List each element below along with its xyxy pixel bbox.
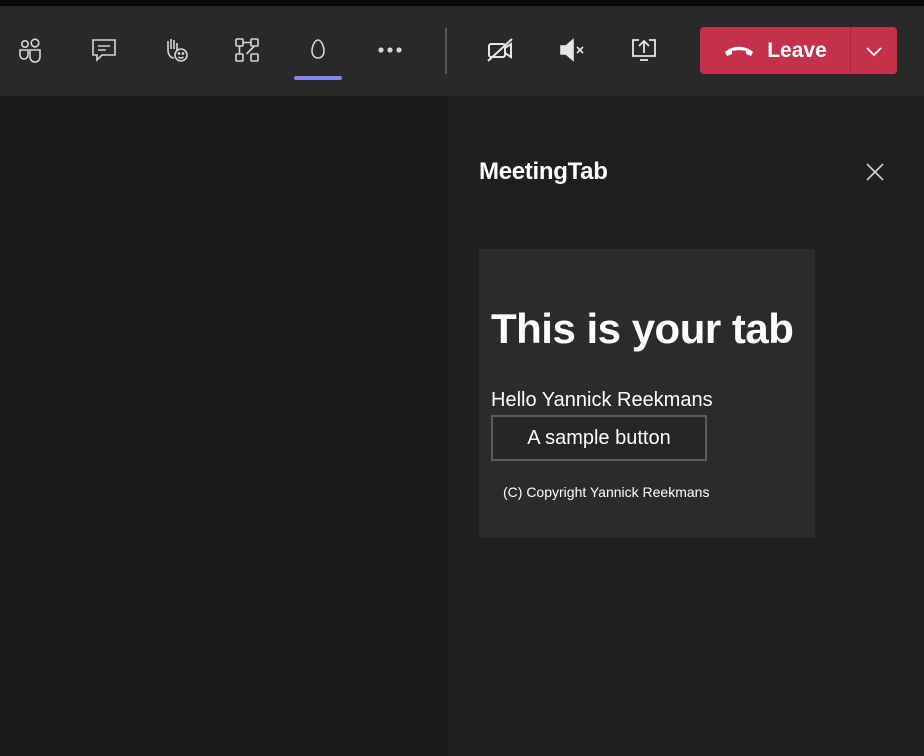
participants-button[interactable] <box>8 28 52 72</box>
meeting-toolbar: Leave <box>0 6 924 96</box>
speaker-muted-icon <box>560 38 584 62</box>
active-tab-indicator <box>294 76 342 80</box>
chat-button[interactable] <box>82 28 126 72</box>
close-panel-button[interactable] <box>861 158 889 186</box>
breakout-rooms-button[interactable] <box>225 28 269 72</box>
mute-button[interactable] <box>550 28 594 72</box>
tab-content: This is your tab Hello Yannick Reekmans … <box>479 249 815 538</box>
sample-button[interactable]: A sample button <box>491 415 707 461</box>
more-options-button[interactable] <box>368 28 412 72</box>
meeting-app-icon <box>311 39 325 59</box>
more-options-icon <box>378 47 402 53</box>
camera-toggle-button[interactable] <box>478 28 522 72</box>
hang-up-icon <box>725 46 754 56</box>
leave-button[interactable]: Leave <box>700 27 850 74</box>
breakout-rooms-icon <box>235 38 259 62</box>
copyright-text: (C) Copyright Yannick Reekmans <box>503 484 710 500</box>
reactions-button[interactable] <box>154 28 198 72</box>
chevron-down-icon <box>866 46 882 56</box>
chat-icon <box>92 39 116 62</box>
greeting-text: Hello Yannick Reekmans <box>491 389 713 411</box>
people-icon <box>19 38 41 63</box>
panel-title: MeetingTab <box>479 158 608 185</box>
close-icon <box>866 163 884 181</box>
share-screen-icon <box>632 39 656 61</box>
toolbar-divider <box>445 28 447 74</box>
leave-options-button[interactable] <box>850 27 897 74</box>
share-screen-button[interactable] <box>622 28 666 72</box>
tab-heading: This is your tab <box>491 305 794 352</box>
meeting-app-button[interactable] <box>296 28 340 72</box>
camera-off-icon <box>487 38 513 62</box>
leave-label: Leave <box>767 38 827 62</box>
side-panel: MeetingTab This is your tab Hello Yannic… <box>449 96 924 756</box>
raise-hand-icon <box>167 39 188 62</box>
